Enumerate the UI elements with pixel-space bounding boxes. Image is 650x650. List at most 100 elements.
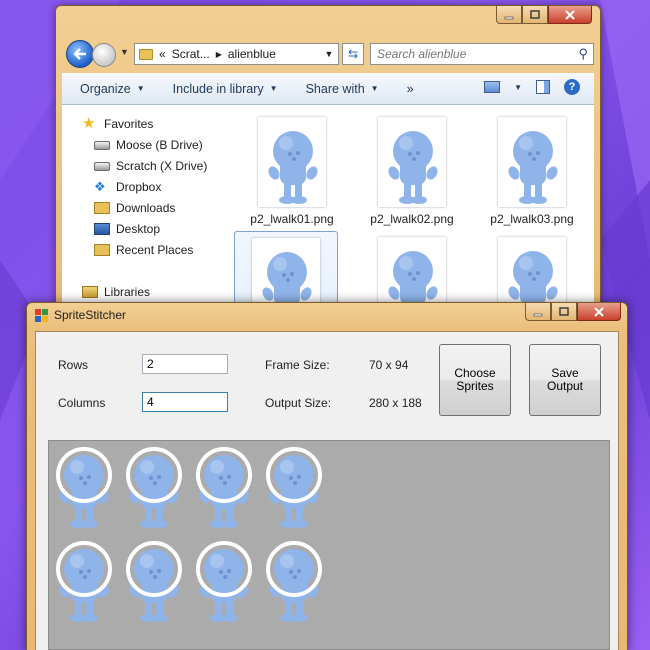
output-size-value: 280 x 188 bbox=[369, 396, 422, 410]
chevron-down-icon: ▼ bbox=[136, 84, 145, 93]
more-commands-label: » bbox=[406, 81, 414, 96]
search-box[interactable]: ⚲ bbox=[370, 43, 594, 65]
spritestitcher-client-area: Rows Columns Frame Size: 70 x 94 Output … bbox=[35, 331, 619, 650]
help-icon[interactable]: ? bbox=[564, 79, 580, 95]
chevron-down-icon: ▼ bbox=[370, 84, 379, 93]
nav-item-label: Dropbox bbox=[116, 180, 162, 194]
breadcrumb-segment-alienblue[interactable]: alienblue bbox=[228, 47, 276, 61]
refresh-button[interactable]: ⇆ bbox=[342, 43, 364, 65]
nav-item-desktop[interactable]: Desktop bbox=[94, 222, 160, 236]
command-bar: Organize ▼ Include in library ▼ Share with… bbox=[62, 73, 594, 105]
sprite-frame bbox=[49, 535, 119, 629]
rows-input[interactable] bbox=[142, 354, 228, 374]
close-icon bbox=[565, 9, 575, 20]
back-arrow-icon bbox=[73, 48, 86, 60]
nav-item-label: Recent Places bbox=[116, 243, 194, 257]
recent-pages-dropdown[interactable]: ▼ bbox=[120, 47, 129, 57]
minimize-icon bbox=[533, 313, 543, 316]
nav-item-moose-drive[interactable]: Moose (B Drive) bbox=[94, 138, 203, 152]
minimize-button[interactable] bbox=[496, 6, 522, 24]
window-title-bar: SpriteStitcher bbox=[35, 308, 126, 322]
alien-sprite-icon bbox=[508, 131, 558, 204]
output-size-label: Output Size: bbox=[265, 396, 332, 410]
organize-menu[interactable]: Organize ▼ bbox=[80, 82, 145, 96]
file-name: p2_lwalk01.png bbox=[250, 212, 334, 226]
save-output-button[interactable]: Save Output bbox=[529, 344, 601, 416]
nav-item-downloads[interactable]: Downloads bbox=[94, 201, 175, 215]
file-item[interactable]: p2_lwalk02.png bbox=[360, 111, 464, 226]
change-view-icon[interactable] bbox=[484, 81, 501, 93]
navigation-pane: ★ Favorites Moose (B Drive) Scratch (X D… bbox=[62, 105, 222, 334]
nav-item-scratch-drive[interactable]: Scratch (X Drive) bbox=[94, 159, 207, 173]
recent-places-icon bbox=[94, 244, 110, 256]
columns-input[interactable] bbox=[142, 392, 228, 412]
sprite-frame bbox=[49, 441, 119, 535]
close-button[interactable] bbox=[548, 6, 592, 24]
close-button[interactable] bbox=[577, 303, 621, 321]
sprite-frame bbox=[189, 441, 259, 535]
minimize-button[interactable] bbox=[525, 303, 551, 321]
more-commands-button[interactable]: » bbox=[407, 82, 414, 96]
explorer-caption-buttons bbox=[496, 6, 592, 24]
close-icon bbox=[594, 306, 604, 317]
sprite-preview-canvas bbox=[48, 440, 610, 650]
file-item[interactable]: p2_lwalk01.png bbox=[240, 111, 344, 226]
include-in-library-label: Include in library bbox=[172, 81, 264, 96]
libraries-label: Libraries bbox=[104, 285, 151, 299]
alien-sprite-icon bbox=[388, 131, 438, 204]
file-thumbnail bbox=[258, 117, 326, 207]
view-controls: ▼ ? bbox=[484, 79, 580, 95]
search-icon[interactable]: ⚲ bbox=[578, 46, 588, 62]
nav-item-recent-places[interactable]: Recent Places bbox=[94, 243, 193, 257]
file-thumbnail bbox=[378, 117, 446, 207]
breadcrumb-separator-icon[interactable]: ▶ bbox=[216, 50, 222, 59]
sprite-frame bbox=[259, 535, 329, 629]
nav-item-label: Downloads bbox=[116, 201, 176, 215]
alien-sprite-icon bbox=[266, 447, 322, 528]
columns-label: Columns bbox=[58, 396, 106, 410]
favorites-star-icon: ★ bbox=[82, 115, 96, 132]
address-row: ▼ « Scrat... ▶ alienblue ▼ ⇆ ⚲ bbox=[62, 40, 594, 68]
app-icon bbox=[35, 308, 48, 322]
file-item[interactable]: p2_lwalk03.png bbox=[480, 111, 584, 226]
maximize-icon bbox=[530, 9, 540, 19]
forward-button[interactable] bbox=[92, 43, 116, 67]
sprite-frame bbox=[259, 441, 329, 535]
file-name: p2_lwalk03.png bbox=[490, 212, 574, 226]
nav-item-label: Desktop bbox=[116, 222, 161, 236]
explorer-content: ★ Favorites Moose (B Drive) Scratch (X D… bbox=[62, 105, 594, 334]
nav-favorites[interactable]: ★ Favorites bbox=[82, 115, 154, 132]
choose-sprites-label: Choose Sprites bbox=[454, 366, 496, 393]
minimize-icon bbox=[504, 16, 514, 19]
sprite-frame bbox=[119, 535, 189, 629]
explorer-window: ▼ « Scrat... ▶ alienblue ▼ ⇆ ⚲ Organize ▼… bbox=[55, 5, 601, 335]
preview-pane-icon[interactable] bbox=[536, 80, 550, 94]
maximize-button[interactable] bbox=[551, 303, 577, 321]
nav-item-label: Moose (B Drive) bbox=[116, 138, 203, 152]
alien-sprite-icon bbox=[126, 541, 182, 622]
spritestitcher-window: SpriteStitcher Rows Columns Frame Size: … bbox=[26, 302, 628, 650]
dropbox-icon: ❖ bbox=[94, 179, 106, 194]
file-list: p2_lwalk01.png p2_lwalk02.png p2_lwalk03… bbox=[222, 105, 594, 334]
address-dropdown-icon[interactable]: ▼ bbox=[320, 49, 338, 59]
favorites-label: Favorites bbox=[104, 117, 154, 131]
choose-sprites-button[interactable]: Choose Sprites bbox=[439, 344, 511, 416]
sprite-frame bbox=[119, 441, 189, 535]
search-input[interactable] bbox=[377, 47, 557, 61]
back-button[interactable] bbox=[66, 40, 94, 68]
nav-libraries[interactable]: Libraries bbox=[82, 285, 150, 299]
address-bar[interactable]: « Scrat... ▶ alienblue ▼ bbox=[134, 43, 339, 65]
nav-item-label: Scratch (X Drive) bbox=[116, 159, 208, 173]
nav-item-dropbox[interactable]: ❖ Dropbox bbox=[94, 180, 161, 194]
desktop-icon bbox=[94, 223, 110, 235]
share-with-menu[interactable]: Share with ▼ bbox=[306, 82, 379, 96]
rows-label: Rows bbox=[58, 358, 89, 372]
include-in-library-menu[interactable]: Include in library ▼ bbox=[173, 82, 278, 96]
window-title: SpriteStitcher bbox=[54, 308, 127, 322]
view-options-dropdown-icon[interactable]: ▼ bbox=[514, 83, 522, 92]
file-thumbnail bbox=[498, 117, 566, 207]
refresh-icon: ⇆ bbox=[347, 47, 359, 61]
breadcrumb-overflow[interactable]: « bbox=[159, 47, 166, 61]
maximize-button[interactable] bbox=[522, 6, 548, 24]
breadcrumb-segment-scratch[interactable]: Scrat... bbox=[172, 47, 210, 61]
